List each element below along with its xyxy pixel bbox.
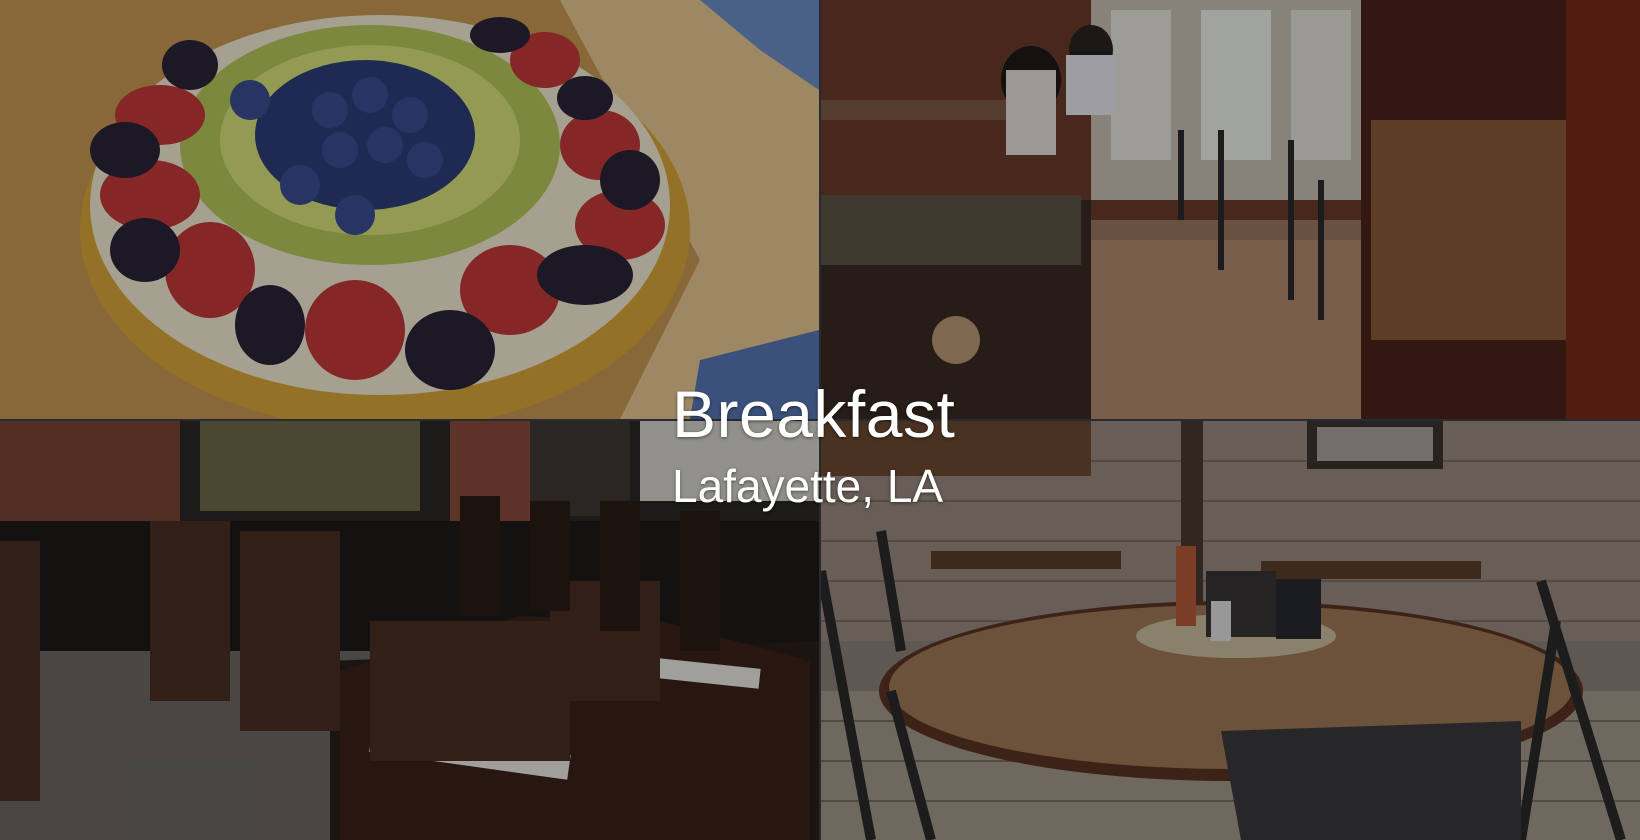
caption-subtitle: Lafayette, LA — [672, 460, 944, 512]
photo-collage: Breakfast Lafayette, LA — [0, 0, 1640, 840]
dining-room-window-image — [821, 0, 1640, 419]
dining-room-window-photo — [821, 0, 1640, 419]
caption: Breakfast Lafayette, LA — [672, 378, 955, 512]
fruit-tart-image — [0, 0, 819, 419]
fruit-tart-photo — [0, 0, 819, 419]
caption-title: Breakfast — [672, 377, 956, 451]
